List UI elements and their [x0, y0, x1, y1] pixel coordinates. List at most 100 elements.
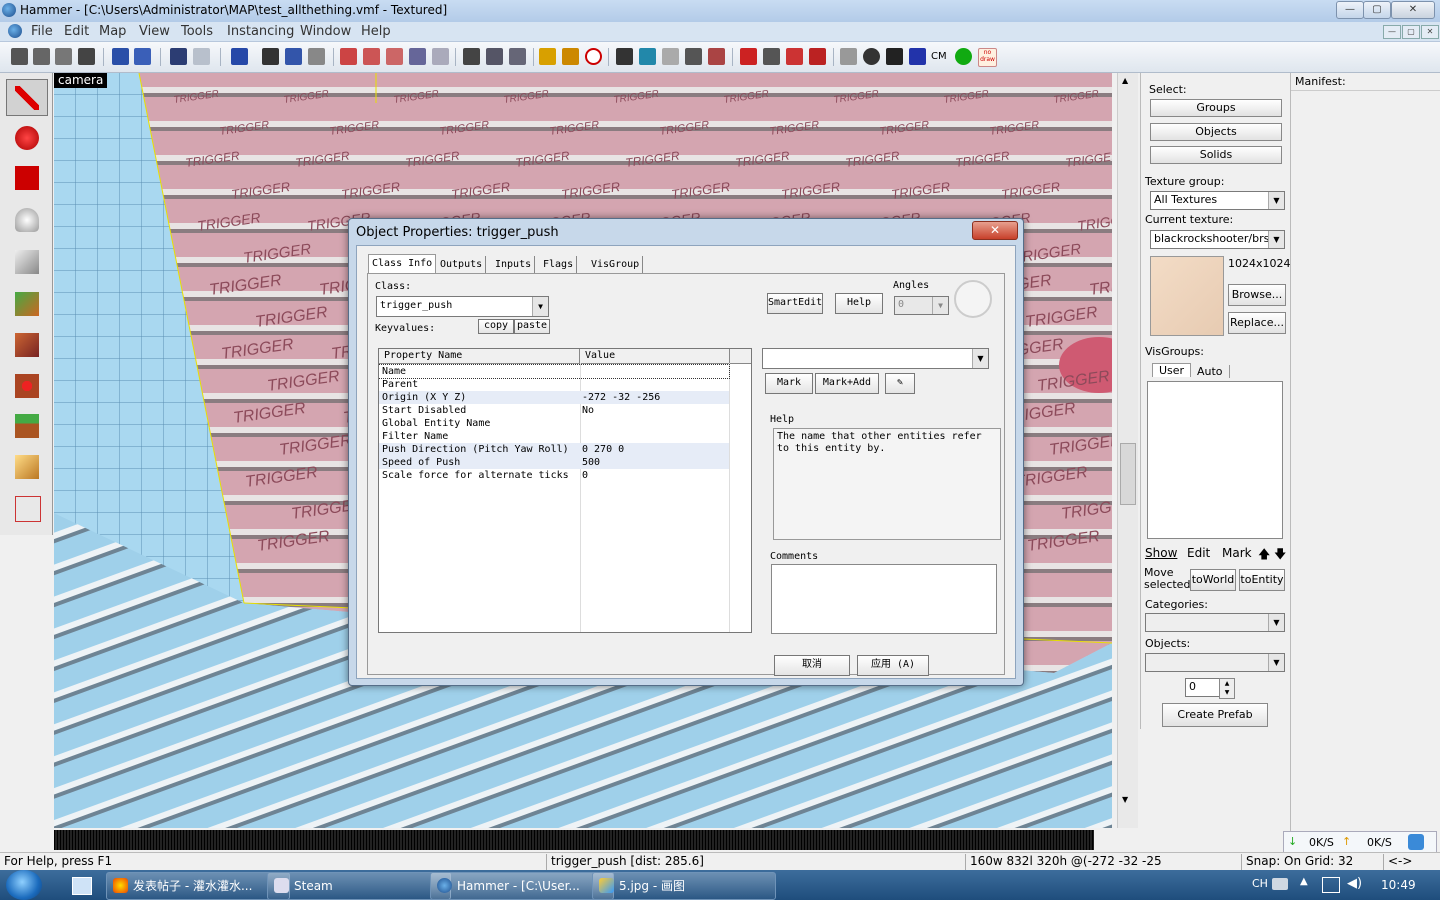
- volume-icon[interactable]: ◀): [1347, 876, 1362, 891]
- copy-button[interactable]: copy: [478, 319, 514, 334]
- magnify-tool[interactable]: [6, 119, 48, 156]
- helpers-icon[interactable]: [539, 48, 556, 65]
- toggle-icon[interactable]: [432, 48, 449, 65]
- close-button[interactable]: ✕: [1391, 1, 1435, 19]
- particle-icon[interactable]: [955, 48, 972, 65]
- clock[interactable]: 10:49: [1381, 878, 1416, 892]
- mdi-close-button[interactable]: ✕: [1421, 25, 1439, 39]
- unhide-icon[interactable]: [285, 48, 302, 65]
- visgroup-tab-auto[interactable]: Auto: [1191, 365, 1230, 378]
- tab-flags[interactable]: Flags: [540, 256, 578, 273]
- undo-icon[interactable]: [170, 48, 187, 65]
- apply-texture-tool[interactable]: [6, 326, 48, 363]
- tab-visgroup[interactable]: VisGroup: [588, 256, 644, 273]
- menu-file[interactable]: File: [31, 24, 53, 39]
- table-row[interactable]: Filter Name: [379, 430, 729, 443]
- to-world-button[interactable]: toWorld: [1190, 569, 1236, 591]
- visgroup-tab-user[interactable]: User: [1152, 363, 1192, 377]
- task-browser[interactable]: 发表帖子 - 灌水灌水...: [106, 872, 290, 900]
- table-row[interactable]: Start Disabled No: [379, 404, 729, 417]
- start-button[interactable]: [6, 870, 42, 900]
- display-wire-icon[interactable]: [786, 48, 803, 65]
- models-icon[interactable]: [562, 48, 579, 65]
- visgroup-mark-button[interactable]: Mark: [1222, 546, 1252, 560]
- language-indicator[interactable]: CH: [1252, 877, 1268, 890]
- paste-icon[interactable]: [509, 48, 526, 65]
- align-icon[interactable]: [662, 48, 679, 65]
- select-faces-icon[interactable]: [639, 48, 656, 65]
- help-button[interactable]: Help: [835, 293, 883, 314]
- table-row[interactable]: Origin (X Y Z) -272 -32 -256: [379, 391, 729, 404]
- mdi-minimize-button[interactable]: —: [1383, 25, 1401, 39]
- categories-select[interactable]: ▼: [1145, 613, 1285, 632]
- paste-button[interactable]: paste: [514, 319, 550, 334]
- column-property-name[interactable]: Property Name: [384, 350, 462, 361]
- menu-map[interactable]: Map: [99, 24, 126, 39]
- selection-tool[interactable]: [6, 79, 48, 116]
- column-value[interactable]: Value: [585, 350, 615, 361]
- grid-icon[interactable]: [11, 48, 28, 65]
- network-icon[interactable]: [1322, 877, 1340, 893]
- task-paint[interactable]: 5.jpg - 画图: [592, 872, 776, 900]
- visgroup-edit-button[interactable]: Edit: [1187, 546, 1210, 560]
- menu-instancing[interactable]: Instancing: [227, 24, 294, 39]
- grid-larger-icon[interactable]: [78, 48, 95, 65]
- eyedropper-icon[interactable]: ✎: [885, 373, 915, 394]
- mirror-icon[interactable]: [708, 48, 725, 65]
- table-row[interactable]: Push Direction (Pitch Yaw Roll) 0 270 0: [379, 443, 729, 456]
- tray-expand-icon[interactable]: ▲: [1300, 876, 1308, 887]
- grid-smaller-icon[interactable]: [55, 48, 72, 65]
- table-row[interactable]: Global Entity Name: [379, 417, 729, 430]
- select-objects-button[interactable]: Objects: [1150, 123, 1282, 141]
- to-entity-button[interactable]: toEntity: [1239, 569, 1285, 591]
- mark-add-button[interactable]: Mark+Add: [815, 373, 879, 394]
- cancel-button[interactable]: 取消: [774, 655, 850, 676]
- hide-icon[interactable]: [262, 48, 279, 65]
- tab-inputs[interactable]: Inputs: [492, 256, 536, 273]
- menu-edit[interactable]: Edit: [64, 24, 89, 39]
- texture-group-select[interactable]: All Textures ▼: [1150, 191, 1285, 210]
- smartedit-button[interactable]: SmartEdit: [767, 293, 823, 314]
- group-icon[interactable]: [112, 48, 129, 65]
- angles-dial[interactable]: [954, 280, 992, 318]
- viewport-vertical-scrollbar[interactable]: ▲ ▼: [1117, 73, 1138, 828]
- angles-select[interactable]: 0 ▼: [894, 296, 949, 315]
- grid-size-icon[interactable]: [33, 48, 50, 65]
- keyvalues-table[interactable]: Property Name Value Name Parent Origin (X …: [378, 348, 752, 633]
- carve-icon[interactable]: [231, 48, 248, 65]
- table-row[interactable]: Scale force for alternate ticks 0: [379, 469, 729, 482]
- table-row[interactable]: Speed of Push 500: [379, 456, 729, 469]
- keyboard-icon[interactable]: [1272, 878, 1288, 890]
- menu-tools[interactable]: Tools: [181, 24, 213, 39]
- radius-culling-icon[interactable]: [409, 48, 426, 65]
- ie-icon[interactable]: [1408, 834, 1424, 850]
- menu-view[interactable]: View: [139, 24, 170, 39]
- scroll-up-icon[interactable]: ▲: [1122, 76, 1128, 85]
- current-texture-select[interactable]: blackrockshooter/brsbc ▼: [1150, 230, 1285, 249]
- sound-browser-icon[interactable]: [909, 48, 926, 65]
- show-desktop-icon[interactable]: [72, 877, 92, 895]
- keyvalue-edit-select[interactable]: ▼: [762, 348, 989, 369]
- create-prefab-button[interactable]: Create Prefab: [1162, 703, 1268, 727]
- ungroup-icon[interactable]: [134, 48, 151, 65]
- cm-label[interactable]: CM: [931, 51, 947, 62]
- select-box-icon[interactable]: [616, 48, 633, 65]
- flip-icon[interactable]: [685, 48, 702, 65]
- spin-buttons[interactable]: ▲ ▼: [1219, 678, 1235, 699]
- display-textured-icon[interactable]: [809, 48, 826, 65]
- scroll-thumb[interactable]: [1120, 443, 1136, 505]
- prefab-count-input[interactable]: 0: [1185, 678, 1220, 697]
- select-solids-button[interactable]: Solids: [1150, 146, 1282, 164]
- vertex-tool[interactable]: [6, 489, 48, 526]
- menu-help[interactable]: Help: [361, 24, 391, 39]
- tab-outputs[interactable]: Outputs: [437, 256, 487, 273]
- entity-report-icon[interactable]: [863, 48, 880, 65]
- display-3d-icon[interactable]: [763, 48, 780, 65]
- cordon-icon[interactable]: [386, 48, 403, 65]
- texture-scale-lock-icon[interactable]: [363, 48, 380, 65]
- menu-window[interactable]: Window: [300, 24, 351, 39]
- select-groups-button[interactable]: Groups: [1150, 99, 1282, 117]
- scroll-down-icon[interactable]: ▼: [1122, 795, 1128, 804]
- copy-icon[interactable]: [486, 48, 503, 65]
- dialog-close-button[interactable]: ✕: [972, 221, 1018, 240]
